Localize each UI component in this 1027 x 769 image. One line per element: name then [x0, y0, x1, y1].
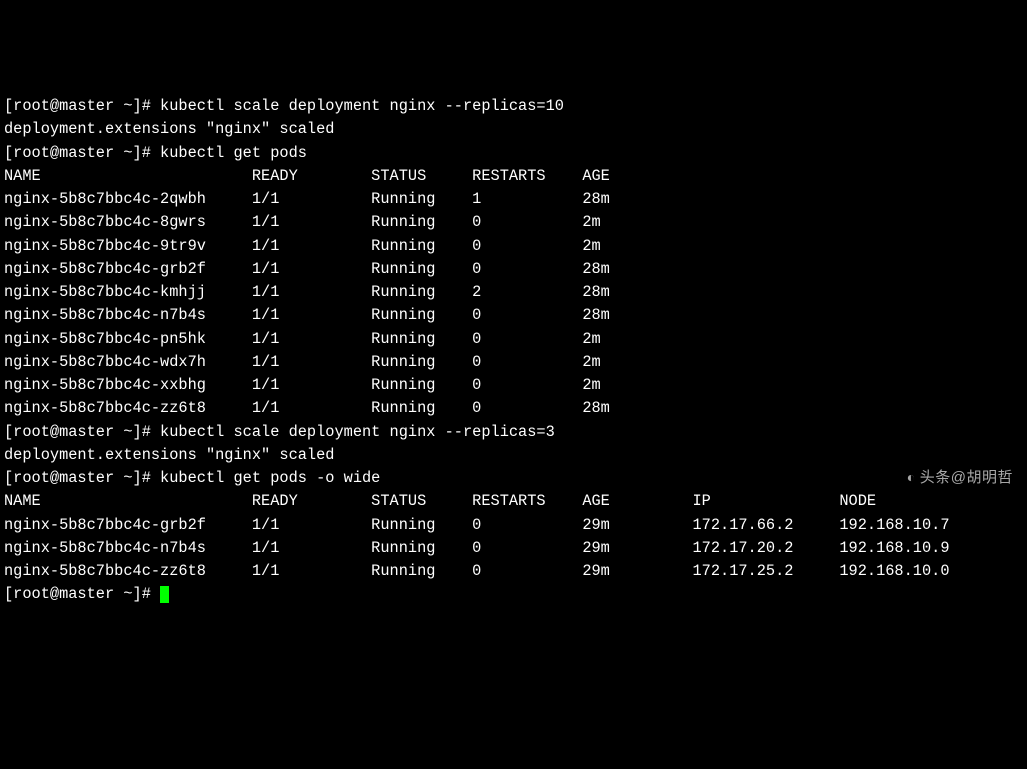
command-line: [root@master ~]# kubectl scale deploymen…	[4, 97, 564, 115]
table-row: nginx-5b8c7bbc4c-n7b4s 1/1 Running 0 28m	[4, 306, 610, 324]
watermark-icon: ◐	[907, 467, 916, 488]
output-line: deployment.extensions "nginx" scaled	[4, 120, 334, 138]
table-row: nginx-5b8c7bbc4c-xxbhg 1/1 Running 0 2m	[4, 376, 601, 394]
prompt-line[interactable]: [root@master ~]#	[4, 585, 169, 603]
terminal-output[interactable]: [root@master ~]# kubectl scale deploymen…	[4, 95, 1023, 607]
table-row: nginx-5b8c7bbc4c-zz6t8 1/1 Running 0 29m…	[4, 562, 950, 580]
table-row: nginx-5b8c7bbc4c-8gwrs 1/1 Running 0 2m	[4, 213, 601, 231]
table-row: nginx-5b8c7bbc4c-kmhjj 1/1 Running 2 28m	[4, 283, 610, 301]
table-row: nginx-5b8c7bbc4c-grb2f 1/1 Running 0 29m…	[4, 516, 950, 534]
table-row: nginx-5b8c7bbc4c-wdx7h 1/1 Running 0 2m	[4, 353, 601, 371]
table-row: nginx-5b8c7bbc4c-grb2f 1/1 Running 0 28m	[4, 260, 610, 278]
table-row: nginx-5b8c7bbc4c-9tr9v 1/1 Running 0 2m	[4, 237, 601, 255]
command-line: [root@master ~]# kubectl scale deploymen…	[4, 423, 555, 441]
cursor	[160, 586, 169, 603]
table-row: nginx-5b8c7bbc4c-n7b4s 1/1 Running 0 29m…	[4, 539, 950, 557]
command-line: [root@master ~]# kubectl get pods -o wid…	[4, 469, 380, 487]
output-line: deployment.extensions "nginx" scaled	[4, 446, 334, 464]
table-header: NAME READY STATUS RESTARTS AGE	[4, 167, 610, 185]
table-row: nginx-5b8c7bbc4c-zz6t8 1/1 Running 0 28m	[4, 399, 610, 417]
watermark: ◐头条@胡明哲	[897, 444, 1013, 490]
command-line: [root@master ~]# kubectl get pods	[4, 144, 307, 162]
table-row: nginx-5b8c7bbc4c-pn5hk 1/1 Running 0 2m	[4, 330, 601, 348]
table-row: nginx-5b8c7bbc4c-2qwbh 1/1 Running 1 28m	[4, 190, 610, 208]
watermark-text: 头条@胡明哲	[920, 469, 1013, 486]
